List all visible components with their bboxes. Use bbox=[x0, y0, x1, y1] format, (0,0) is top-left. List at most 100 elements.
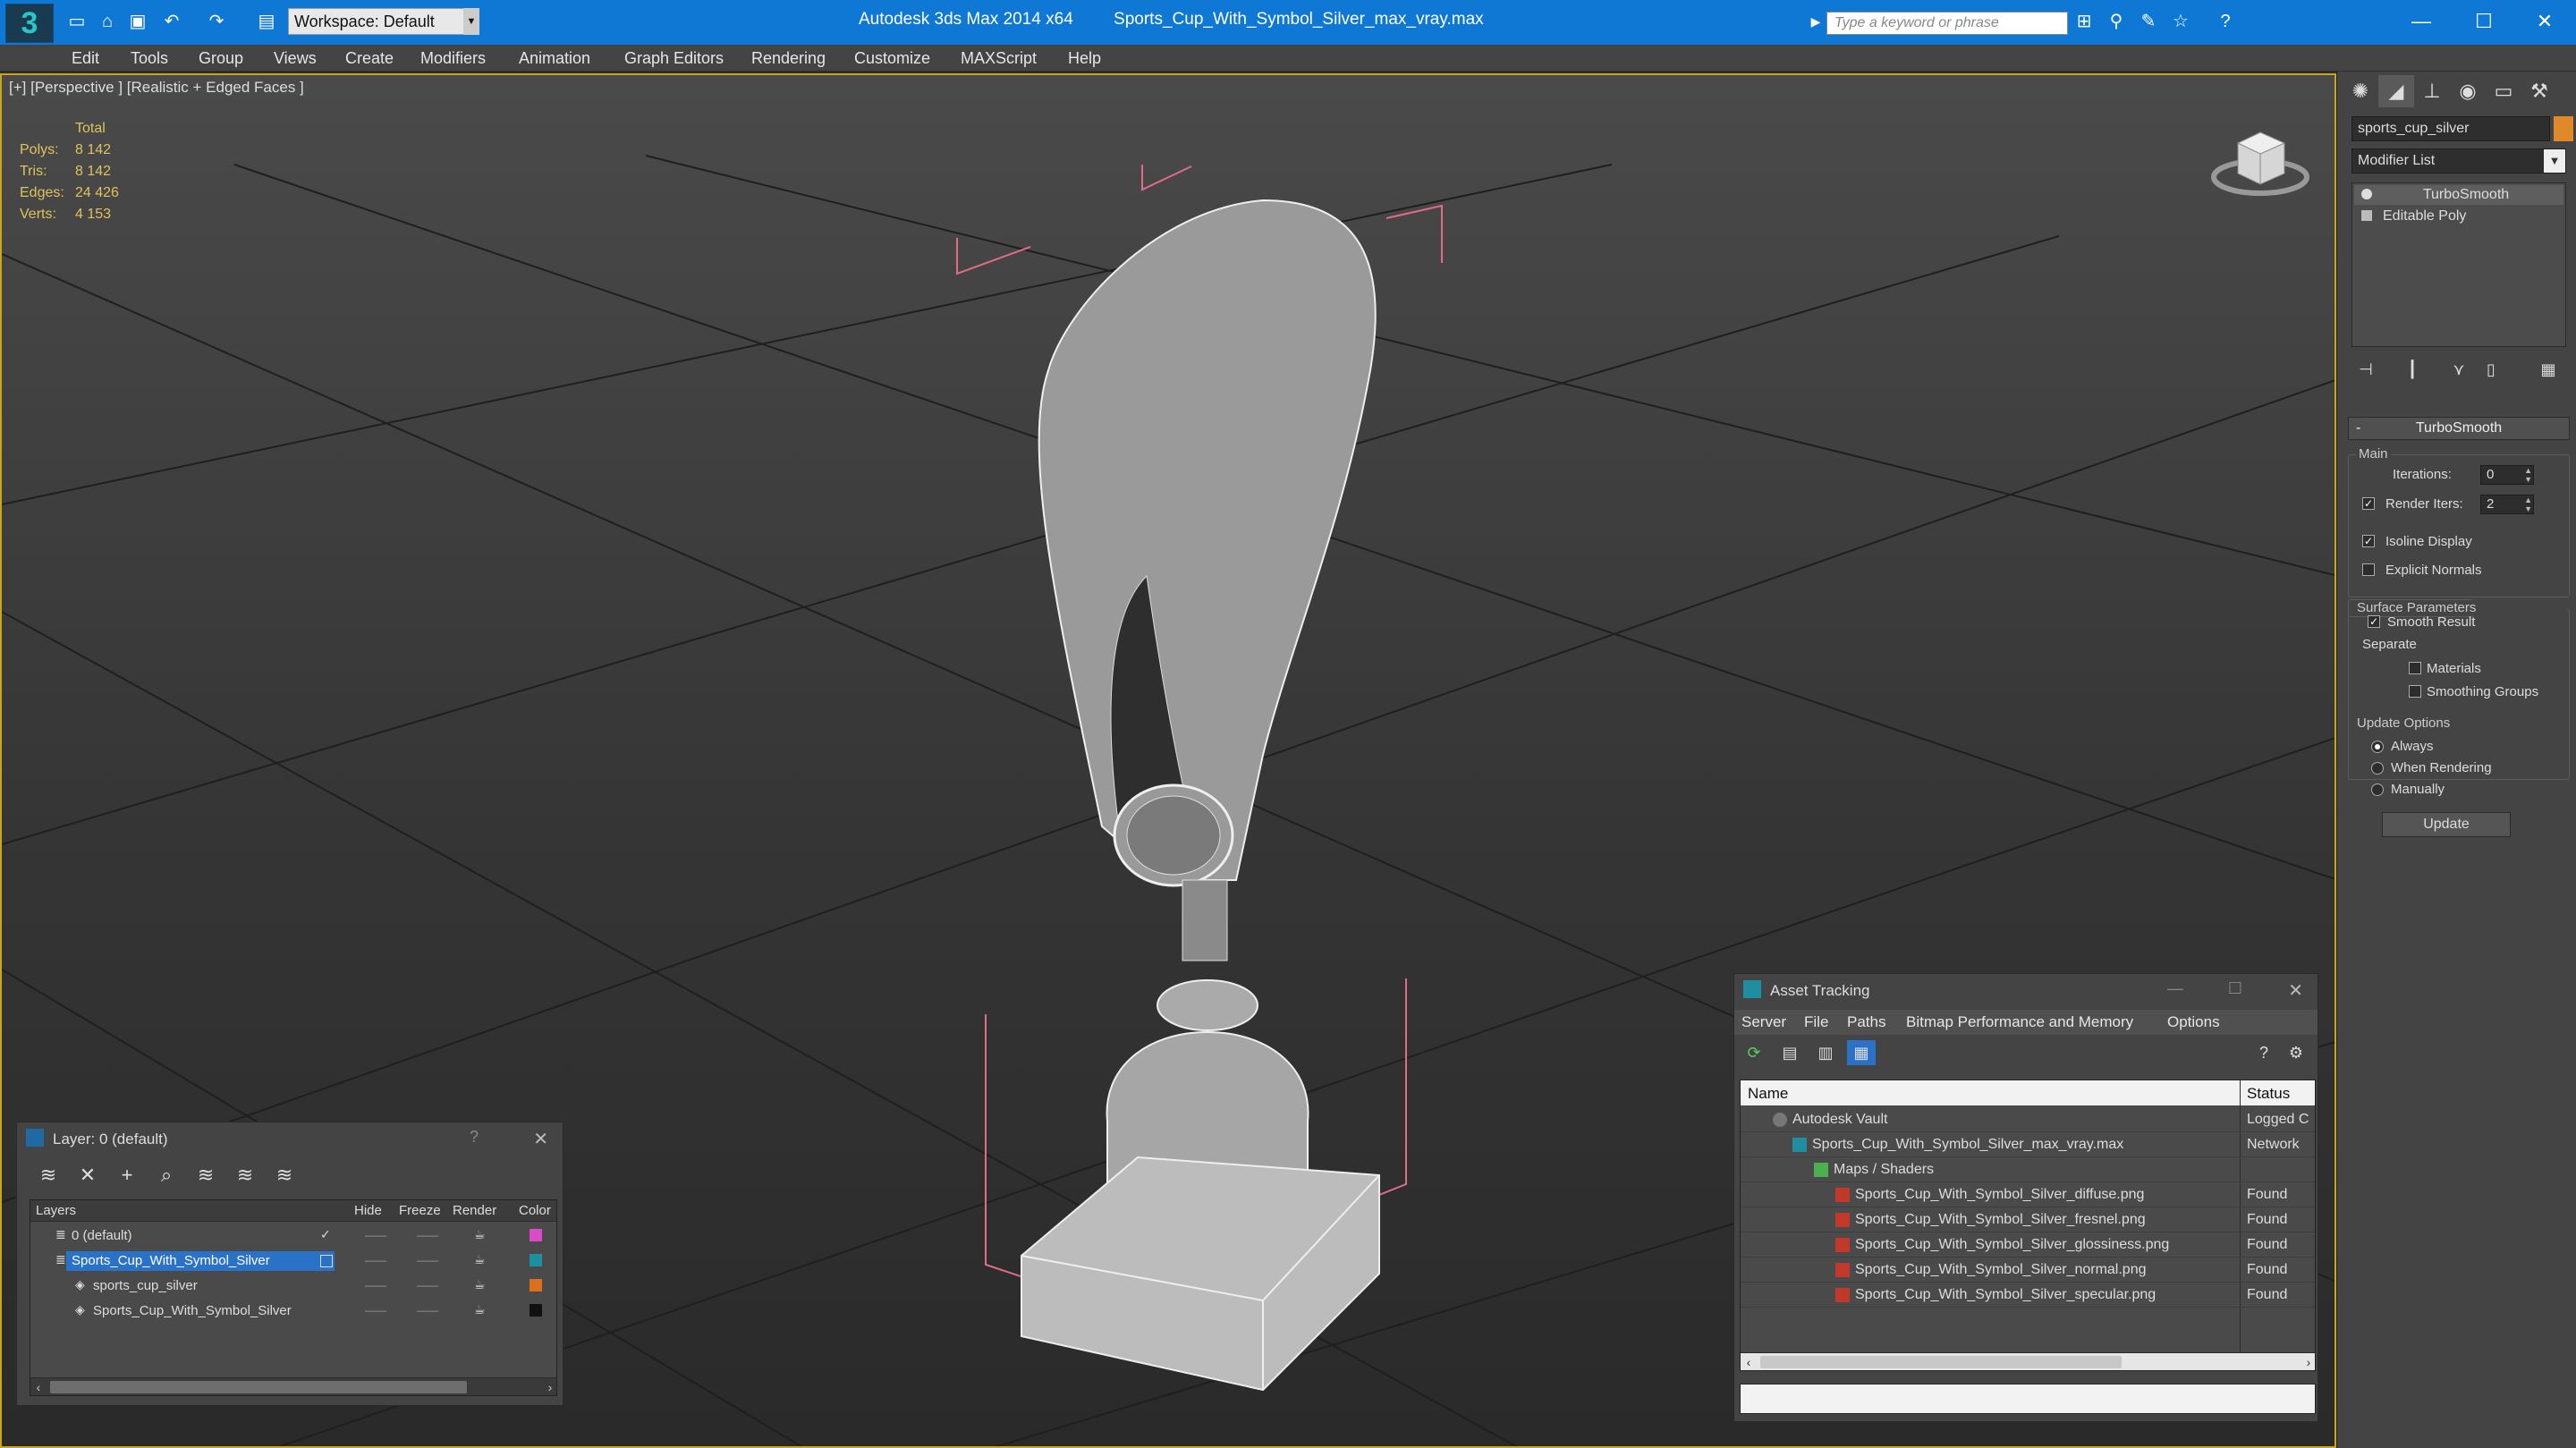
column-name[interactable]: Name bbox=[1748, 1085, 1788, 1103]
workspace-select[interactable]: Workspace: Default bbox=[288, 8, 479, 35]
render-teapot-icon[interactable]: ☕ bbox=[474, 1277, 486, 1292]
asset-menu-server[interactable]: Server bbox=[1741, 1013, 1786, 1031]
layer-row[interactable]: ◈ sports_cup_silver —— —— ☕ bbox=[30, 1274, 556, 1299]
column-hide[interactable]: Hide bbox=[354, 1203, 382, 1218]
asset-dialog-titlebar[interactable]: Asset Tracking — ☐ ✕ bbox=[1734, 974, 2318, 1008]
hide-unhide-icon[interactable]: ≋ bbox=[228, 1162, 262, 1189]
maximize-icon[interactable]: ☐ bbox=[2228, 979, 2242, 998]
minimize-icon[interactable]: — bbox=[2390, 5, 2453, 38]
menu-modifiers[interactable]: Modifiers bbox=[420, 49, 486, 68]
scroll-thumb[interactable] bbox=[1760, 1356, 2122, 1368]
smooth-result-checkbox[interactable]: ✓ bbox=[2368, 615, 2380, 628]
hierarchy-tab-icon[interactable]: ⊥ bbox=[2414, 75, 2450, 107]
when-rendering-radio[interactable] bbox=[2371, 762, 2384, 775]
modifier-list-dropdown[interactable]: Modifier List ▼ bbox=[2351, 148, 2566, 174]
render-teapot-icon[interactable]: ☕ bbox=[474, 1227, 486, 1242]
menu-maxscript[interactable]: MAXScript bbox=[961, 49, 1037, 68]
object-name[interactable]: sports_cup_silver bbox=[88, 1276, 203, 1296]
close-icon[interactable]: ✕ bbox=[533, 1128, 548, 1150]
render-iters-checkbox[interactable]: ✓ bbox=[2362, 497, 2375, 510]
maximize-icon[interactable]: ☐ bbox=[2453, 5, 2515, 38]
table-view-icon[interactable]: ▥ bbox=[1811, 1040, 1840, 1065]
turbosmooth-rollout-header[interactable]: - TurboSmooth bbox=[2348, 417, 2570, 440]
asset-row[interactable]: Sports_Cup_With_Symbol_Silver_specular.p… bbox=[1741, 1283, 2315, 1308]
new-file-icon[interactable]: ▭ bbox=[66, 11, 88, 32]
create-tab-icon[interactable]: ✺ bbox=[2343, 75, 2378, 107]
scroll-left-icon[interactable]: ‹ bbox=[30, 1378, 47, 1395]
save-icon[interactable]: ▣ bbox=[127, 11, 148, 32]
asset-row[interactable]: Sports_Cup_With_Symbol_Silver_diffuse.pn… bbox=[1741, 1182, 2315, 1207]
motion-tab-icon[interactable]: ◉ bbox=[2450, 75, 2486, 107]
modify-tab-icon[interactable]: ◢ bbox=[2378, 75, 2414, 107]
update-button[interactable]: Update bbox=[2382, 812, 2511, 837]
utilities-tab-icon[interactable]: ⚒ bbox=[2521, 75, 2557, 107]
make-current-box[interactable] bbox=[320, 1255, 333, 1267]
spinner-arrows-icon[interactable]: ▲ ▼ bbox=[2524, 495, 2532, 513]
scroll-right-icon[interactable]: › bbox=[542, 1378, 556, 1395]
pin-stack-icon[interactable]: ⊣ bbox=[2351, 358, 2380, 381]
menu-views[interactable]: Views bbox=[274, 49, 317, 68]
asset-row[interactable]: Sports_Cup_With_Symbol_Silver_fresnel.pn… bbox=[1741, 1207, 2315, 1232]
column-layers[interactable]: Layers bbox=[36, 1203, 76, 1218]
create-layer-icon[interactable]: ≋ bbox=[31, 1162, 65, 1189]
stack-item-editable-poly[interactable]: Editable Poly bbox=[2354, 207, 2563, 226]
asset-row[interactable]: Maps / Shaders bbox=[1741, 1157, 2315, 1182]
column-status[interactable]: Status bbox=[2247, 1085, 2290, 1103]
expand-icon[interactable] bbox=[2361, 210, 2372, 221]
spinner-arrows-icon[interactable]: ▲ ▼ bbox=[2524, 466, 2532, 484]
workspace-dropdown-icon[interactable]: ▼ bbox=[463, 8, 479, 35]
render-teapot-icon[interactable]: ☕ bbox=[474, 1302, 486, 1317]
communication-icon[interactable]: ✎ bbox=[2138, 11, 2159, 32]
asset-menu-bitmap-performance[interactable]: Bitmap Performance and Memory bbox=[1906, 1013, 2133, 1031]
subscription-icon[interactable]: ⚲ bbox=[2106, 11, 2127, 32]
freeze-toggle[interactable]: —— bbox=[417, 1279, 438, 1291]
menu-animation[interactable]: Animation bbox=[519, 49, 590, 68]
layer-color-swatch[interactable] bbox=[530, 1254, 542, 1266]
stack-item-turbosmooth[interactable]: TurboSmooth bbox=[2354, 185, 2563, 205]
manually-radio[interactable] bbox=[2371, 783, 2384, 796]
object-color-swatch[interactable] bbox=[2554, 116, 2573, 141]
binoculars-icon[interactable]: ⊞ bbox=[2073, 11, 2095, 32]
render-teapot-icon[interactable]: ☕ bbox=[474, 1252, 486, 1267]
explicit-normals-checkbox[interactable] bbox=[2362, 563, 2375, 576]
redo-icon[interactable]: ↷ bbox=[206, 11, 227, 32]
viewcube-icon[interactable] bbox=[2211, 122, 2309, 202]
add-to-layer-icon[interactable]: + bbox=[110, 1162, 144, 1189]
grid-view-icon[interactable]: ▦ bbox=[1847, 1040, 1876, 1065]
lightbulb-icon[interactable] bbox=[2361, 189, 2372, 199]
menu-graph-editors[interactable]: Graph Editors bbox=[624, 49, 724, 68]
highlight-layer-icon[interactable]: ≋ bbox=[189, 1162, 223, 1189]
asset-menu-paths[interactable]: Paths bbox=[1847, 1013, 1885, 1031]
layer-row[interactable]: ◈ Sports_Cup_With_Symbol_Silver —— —— ☕ bbox=[30, 1299, 556, 1324]
asset-horizontal-scrollbar[interactable]: ‹ › bbox=[1741, 1352, 2315, 1370]
hide-toggle[interactable]: —— bbox=[365, 1304, 386, 1317]
column-color[interactable]: Color bbox=[519, 1203, 551, 1218]
close-icon[interactable]: ✕ bbox=[2288, 979, 2303, 1002]
render-iters-spinner[interactable]: 2 ▲ ▼ bbox=[2480, 495, 2534, 514]
search-input[interactable]: Type a keyword or phrase bbox=[1826, 12, 2068, 35]
delete-layer-icon[interactable]: ✕ bbox=[71, 1162, 105, 1189]
menu-help[interactable]: Help bbox=[1068, 49, 1101, 68]
configure-modifier-sets-icon[interactable]: ▦ bbox=[2534, 358, 2563, 381]
list-view-icon[interactable]: ▤ bbox=[1775, 1040, 1804, 1065]
asset-path-field[interactable] bbox=[1740, 1384, 2316, 1414]
hide-toggle[interactable]: —— bbox=[365, 1254, 386, 1266]
column-freeze[interactable]: Freeze bbox=[399, 1203, 441, 1218]
menu-customize[interactable]: Customize bbox=[854, 49, 930, 68]
undo-icon[interactable]: ↶ bbox=[161, 11, 182, 32]
always-radio[interactable] bbox=[2371, 741, 2384, 753]
current-layer-check-icon[interactable]: ✓ bbox=[320, 1227, 331, 1242]
object-color-swatch[interactable] bbox=[530, 1304, 542, 1317]
help-icon[interactable]: ? bbox=[2215, 11, 2236, 32]
asset-menu-file[interactable]: File bbox=[1804, 1013, 1828, 1031]
close-icon[interactable]: ✕ bbox=[2513, 5, 2576, 38]
menu-edit[interactable]: Edit bbox=[72, 49, 99, 68]
app-logo-icon[interactable]: 3 bbox=[5, 4, 54, 43]
menu-group[interactable]: Group bbox=[199, 49, 243, 68]
isoline-display-checkbox[interactable]: ✓ bbox=[2362, 535, 2375, 547]
asset-row[interactable]: Sports_Cup_With_Symbol_Silver_max_vray.m… bbox=[1741, 1132, 2315, 1157]
scroll-left-icon[interactable]: ‹ bbox=[1741, 1353, 1757, 1370]
hide-toggle[interactable]: —— bbox=[365, 1229, 386, 1241]
refresh-icon[interactable]: ⟳ bbox=[1740, 1040, 1768, 1065]
layer-dialog-titlebar[interactable]: Layer: 0 (default) ? ✕ bbox=[17, 1122, 563, 1155]
